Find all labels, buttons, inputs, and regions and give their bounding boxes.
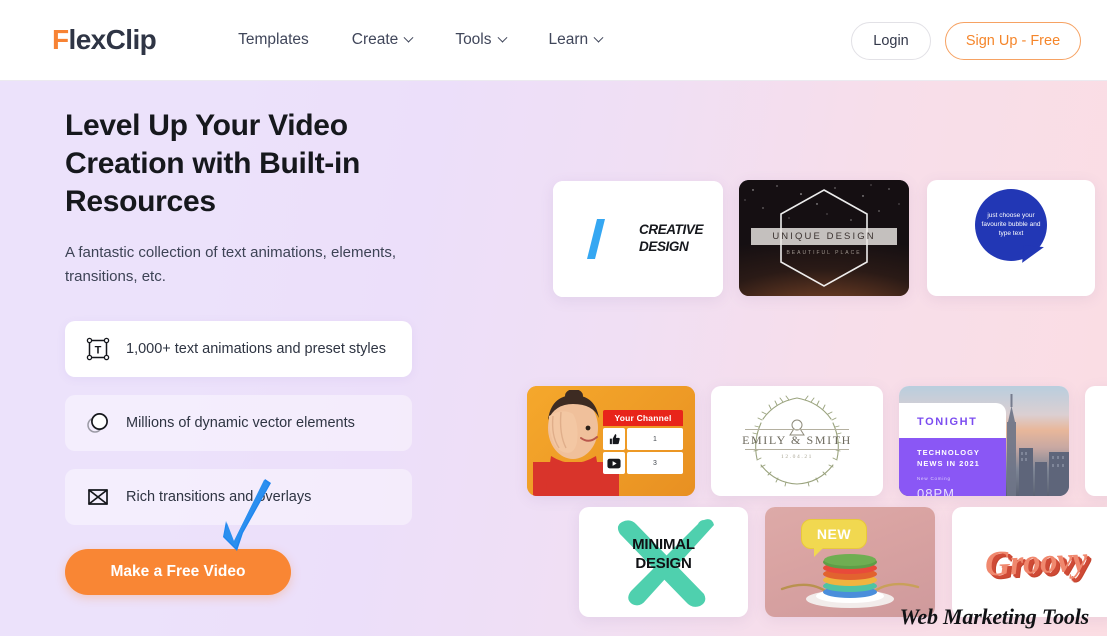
unique-design-band: UNIQUE DESIGN xyxy=(751,228,897,245)
tonight-subtext: New Coming xyxy=(917,476,951,481)
creative-line-2: DESIGN xyxy=(639,239,689,254)
template-card-wedding[interactable]: EMILY & SMITH 12.04.21 xyxy=(711,386,883,496)
tonight-badge: TONIGHT xyxy=(899,403,1006,438)
unique-design-title: UNIQUE DESIGN xyxy=(772,231,876,242)
channel-title: Your Channel xyxy=(603,410,683,426)
channel-like-row: 1 xyxy=(603,428,683,450)
new-badge-bubble: NEW xyxy=(801,519,867,557)
chevron-down-icon xyxy=(593,32,604,43)
nav-item-tools-label: Tools xyxy=(455,31,492,48)
minimal-design-text: MINIMAL DESIGN xyxy=(579,535,748,573)
template-card-groovy[interactable]: Groovy xyxy=(952,507,1107,617)
channel-like-value: 1 xyxy=(627,428,683,450)
template-card-unique-design[interactable]: UNIQUE DESIGN BEAUTIFUL PLACE xyxy=(739,180,909,296)
speech-bubble-tail xyxy=(1022,245,1044,265)
wedding-rule-top xyxy=(745,429,849,430)
wedding-date: 12.04.21 xyxy=(780,454,814,460)
wedding-names: EMILY & SMITH xyxy=(742,433,852,447)
creative-card-text: CREATIVE DESIGN xyxy=(639,221,703,255)
new-badge-label: NEW xyxy=(816,526,852,542)
chevron-down-icon xyxy=(497,32,507,43)
chevron-down-icon xyxy=(403,32,414,43)
logo-wordmark: lexClip xyxy=(68,24,157,55)
flexclip-logo[interactable]: FlexClip xyxy=(52,24,157,56)
template-card-new-pancakes[interactable]: NEW xyxy=(765,507,935,617)
groovy-text: Groovy xyxy=(984,539,1088,584)
nav-item-templates-label: Templates xyxy=(238,31,309,48)
speech-bubble-text: just choose your favourite bubble and ty… xyxy=(981,212,1041,237)
thumbs-up-icon xyxy=(603,428,625,450)
template-card-minimal-design[interactable]: MINIMAL DESIGN xyxy=(579,507,748,617)
tonight-time: 08PM xyxy=(917,486,955,496)
nav-item-tools[interactable]: Tools xyxy=(455,31,507,49)
template-card-your-channel[interactable]: Your Channel 1 3 xyxy=(527,386,695,496)
template-card-creative-design[interactable]: CREATIVE DESIGN xyxy=(553,181,723,297)
wedding-rule-bottom xyxy=(745,449,849,450)
tonight-badge-label: TONIGHT xyxy=(917,416,978,428)
site-header: FlexClip Templates Create Tools Learn Lo… xyxy=(0,0,1107,81)
nav-item-learn-label: Learn xyxy=(548,31,589,48)
unique-design-subtitle: BEAUTIFUL PLACE xyxy=(786,250,862,256)
pancake-stack-illustration xyxy=(780,554,920,608)
template-card-speech-bubble[interactable]: just choose your favourite bubble and ty… xyxy=(927,180,1095,296)
tonight-headline-2: NEWS IN 2021 xyxy=(917,459,980,468)
hero-section: Level Up Your Video Creation with Built-… xyxy=(0,81,1107,636)
blue-slash-icon xyxy=(587,219,605,259)
logo-letter-f: F xyxy=(52,24,69,55)
nav-item-create[interactable]: Create xyxy=(351,31,414,49)
login-button[interactable]: Login xyxy=(851,21,931,60)
main-navigation: Templates Create Tools Learn xyxy=(238,31,645,49)
youtube-play-icon xyxy=(603,452,625,474)
channel-subscribe-panel: Your Channel 1 3 xyxy=(603,410,683,474)
template-card-grid: CREATIVE DESIGN UNIQUE DESIGN BEAUTIFUL … xyxy=(0,81,1107,636)
nav-item-learn[interactable]: Learn xyxy=(548,31,604,49)
tonight-overlay-card: TONIGHT TECHNOLOGY NEWS IN 2021 New Comi… xyxy=(899,403,1006,496)
channel-subscribe-value: 3 xyxy=(627,452,683,474)
template-card-tonight-news[interactable]: TONIGHT TECHNOLOGY NEWS IN 2021 New Comi… xyxy=(899,386,1069,496)
minimal-line-1: MINIMAL xyxy=(632,536,695,553)
watermark: Web Marketing Tools xyxy=(899,604,1090,629)
nav-item-create-label: Create xyxy=(351,31,399,48)
header-actions: Login Sign Up - Free xyxy=(851,0,1081,81)
template-card-partial-right[interactable] xyxy=(1085,386,1107,496)
tonight-headline-1: TECHNOLOGY xyxy=(917,448,980,457)
nav-item-templates[interactable]: Templates xyxy=(238,31,309,49)
signup-button[interactable]: Sign Up - Free xyxy=(945,21,1081,60)
tonight-body: TECHNOLOGY NEWS IN 2021 New Coming 08PM xyxy=(899,438,1006,496)
creative-line-1: CREATIVE xyxy=(639,222,704,237)
channel-subscribe-row: 3 xyxy=(603,452,683,474)
minimal-line-2: DESIGN xyxy=(635,555,692,572)
